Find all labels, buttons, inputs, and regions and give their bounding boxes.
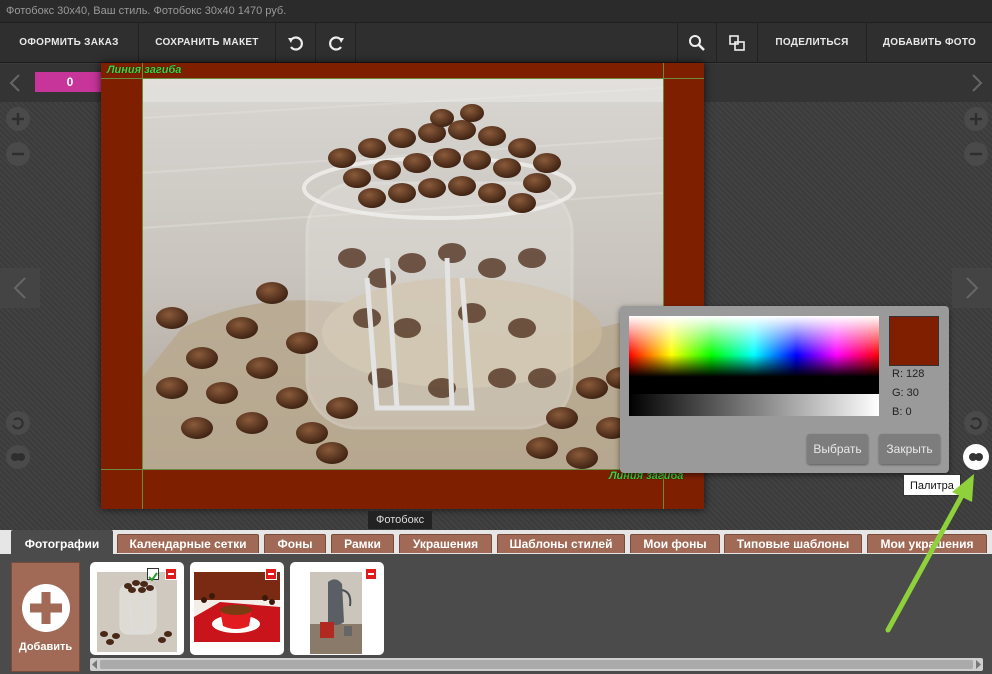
zoom-in-right-button[interactable] (964, 107, 988, 131)
photo-thumbnail[interactable] (190, 562, 284, 655)
main-toolbar: ОФОРМИТЬ ЗАКАЗ СОХРАНИТЬ МАКЕТ ПОДЕЛИТЬС… (0, 23, 992, 63)
redo-icon (328, 36, 344, 51)
zoom-in-left-button[interactable] (6, 107, 30, 131)
tab-calendar-grids[interactable]: Календарные сетки (117, 534, 259, 553)
prev-button[interactable] (0, 268, 40, 308)
layout-button[interactable] (716, 23, 757, 63)
used-checkbox (147, 568, 159, 582)
top-shade (142, 78, 663, 102)
redo-button[interactable] (316, 23, 356, 63)
close-palette-button[interactable]: Закрыть (879, 434, 940, 464)
add-photo-tile[interactable]: Добавить (11, 562, 80, 672)
horizontal-scrollbar[interactable] (90, 658, 983, 671)
rotate-icon (12, 417, 24, 430)
photos-panel: Добавить (0, 554, 992, 674)
zoom-button[interactable] (677, 23, 716, 63)
chevron-left-icon (13, 277, 26, 299)
coffee-jar-photo (142, 78, 663, 469)
scrollbar-thumb[interactable] (100, 660, 973, 669)
plus-icon (970, 113, 982, 125)
delete-photo-button[interactable] (165, 568, 177, 580)
tab-standard-templates[interactable]: Типовые шаблоны (724, 534, 862, 553)
product-tooltip: Фотобокс (368, 511, 433, 529)
plus-circle-icon (22, 584, 70, 632)
order-button[interactable]: ОФОРМИТЬ ЗАКАЗ (0, 23, 139, 63)
add-photo-button[interactable]: ДОБАВИТЬ ФОТО (866, 23, 992, 63)
window-title: Фотобокс 30х40, Ваш стиль. Фотобокс 30х4… (0, 0, 992, 23)
next-page-button[interactable] (967, 69, 987, 97)
zoom-out-left-button[interactable] (6, 142, 30, 166)
chevron-right-icon (966, 277, 979, 299)
rotate-right-button[interactable] (964, 411, 988, 435)
photobox-frame[interactable]: Линия загиба Линия загиба (101, 63, 704, 509)
undo-icon (287, 36, 303, 51)
chevron-left-icon (9, 74, 20, 92)
delete-photo-button[interactable] (265, 568, 277, 580)
palette-left-button[interactable] (6, 445, 30, 469)
minus-icon (970, 152, 982, 156)
photo-thumbnail[interactable] (90, 562, 184, 655)
tab-my-decorations[interactable]: Мои украшения (867, 534, 987, 553)
share-button[interactable]: ПОДЕЛИТЬСЯ (757, 23, 866, 63)
prev-page-button[interactable] (5, 69, 25, 97)
save-layout-button[interactable]: СОХРАНИТЬ МАКЕТ (139, 23, 276, 63)
rotate-left-button[interactable] (6, 411, 30, 435)
tab-frames[interactable]: Рамки (331, 534, 394, 553)
green-value: G: 30 (892, 387, 919, 399)
add-photo-label: Добавить (18, 641, 73, 653)
red-value: R: 128 (892, 368, 925, 380)
next-button[interactable] (952, 268, 992, 308)
plus-icon (12, 113, 24, 125)
minus-icon (12, 152, 24, 156)
tab-bar: Фотографии Календарные сетки Фоны Рамки … (0, 530, 992, 554)
photo-thumbnail[interactable] (290, 562, 384, 655)
blue-value: B: 0 (892, 406, 912, 418)
layout-icon (729, 35, 745, 51)
canvas-photo[interactable] (142, 78, 663, 469)
select-color-button[interactable]: Выбрать (807, 434, 868, 464)
scroll-left-icon (92, 660, 97, 669)
rotate-icon (970, 417, 982, 430)
delete-photo-button[interactable] (365, 568, 377, 580)
color-palette: R: 128 G: 30 B: 0 Выбрать Закрыть (620, 306, 949, 473)
palette-toggle-button[interactable] (963, 444, 989, 470)
selected-color-swatch (889, 316, 939, 366)
palette-tooltip: Палитра (903, 474, 961, 496)
fold-line-top (101, 78, 704, 79)
tab-photos[interactable]: Фотографии (11, 530, 113, 554)
tab-decorations[interactable]: Украшения (399, 534, 492, 553)
fold-line-label-top: Линия загиба (107, 64, 182, 76)
check-icon (148, 572, 158, 582)
palette-icon (969, 453, 983, 461)
tab-my-backgrounds[interactable]: Мои фоны (630, 534, 720, 553)
undo-button[interactable] (276, 23, 316, 63)
zoom-out-right-button[interactable] (964, 142, 988, 166)
tab-backgrounds[interactable]: Фоны (264, 534, 326, 553)
chevron-right-icon (972, 74, 983, 92)
scroll-right-icon (976, 660, 981, 669)
fold-line-left (142, 63, 143, 509)
page-counter: 0 (35, 72, 105, 92)
search-icon (689, 35, 705, 51)
color-spectrum[interactable] (629, 316, 879, 416)
palette-icon (11, 453, 25, 461)
tab-style-templates[interactable]: Шаблоны стилей (497, 534, 625, 553)
